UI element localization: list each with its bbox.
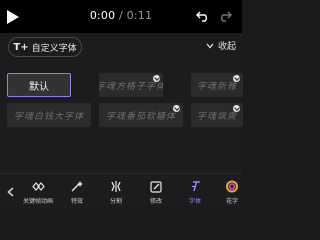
chevron-left-icon [6,186,13,197]
tool-label: 关键帧动画 [22,198,53,205]
download-icon [233,75,240,82]
font-option-label: 字魂白钱大字体 [13,111,84,122]
tool-label: 修改 [149,198,162,205]
text-plus-icon: T+ [13,41,29,53]
current-time: 0:00 [89,9,116,22]
tool-keyframe[interactable]: 关键帧动画 [18,180,58,205]
font-option[interactable]: 字魂白钱大字体 [7,103,91,127]
tool-label: 特效 [70,198,83,205]
back-button[interactable] [0,174,20,209]
tool-font[interactable]: 字体 [175,180,215,205]
font-panel: T+ 自定义字体 收起 默认 字魂方格子字体 字魂新雅 字魂白钱大字体 字魂番茄… [0,33,243,173]
player-bar: 0:00 / 0:11 [0,0,242,33]
bottom-toolbar: 关键帧动画 特效 分割 修改 字体 花字 [0,173,242,209]
tool-label: 花字 [225,198,238,205]
custom-font-button[interactable]: T+ 自定义字体 [8,37,82,57]
effects-icon [71,181,83,192]
time-separator: / [115,9,127,22]
font-option[interactable]: 字魂飒爽 [191,103,243,127]
fancy-text-icon [226,180,238,193]
collapse-label: 收起 [217,42,236,52]
split-icon [111,181,121,192]
font-option[interactable]: 字魂新雅 [191,73,243,97]
tool-label: 字体 [188,198,201,205]
tool-label: 分割 [109,198,122,205]
tool-edit[interactable]: 修改 [136,180,176,205]
font-option-default[interactable]: 默认 [7,73,71,97]
keyframe-icon [32,182,45,191]
download-icon [153,75,160,82]
chevron-down-icon [206,43,214,48]
font-option-label: 字魂飒爽 [196,111,237,122]
custom-font-label: 自定义字体 [31,43,77,54]
font-option-label: 字魂新雅 [196,81,237,92]
font-option[interactable]: 字魂番茄软糖体 [99,103,183,127]
font-option-label: 默认 [29,81,49,93]
tool-fancy-text[interactable]: 花字 [212,180,252,205]
undo-icon[interactable] [196,10,210,22]
font-icon [192,181,200,192]
download-icon [173,105,180,112]
font-option[interactable]: 字魂方格子字体 [99,73,163,97]
download-icon [233,105,240,112]
tool-split[interactable]: 分割 [96,180,136,205]
total-time: 0:11 [126,9,153,22]
collapse-button[interactable]: 收起 [206,39,236,52]
tool-effects[interactable]: 特效 [57,180,97,205]
redo-icon[interactable] [218,10,232,22]
edit-icon [150,181,162,193]
font-option-label: 字魂番茄软糖体 [105,111,176,122]
